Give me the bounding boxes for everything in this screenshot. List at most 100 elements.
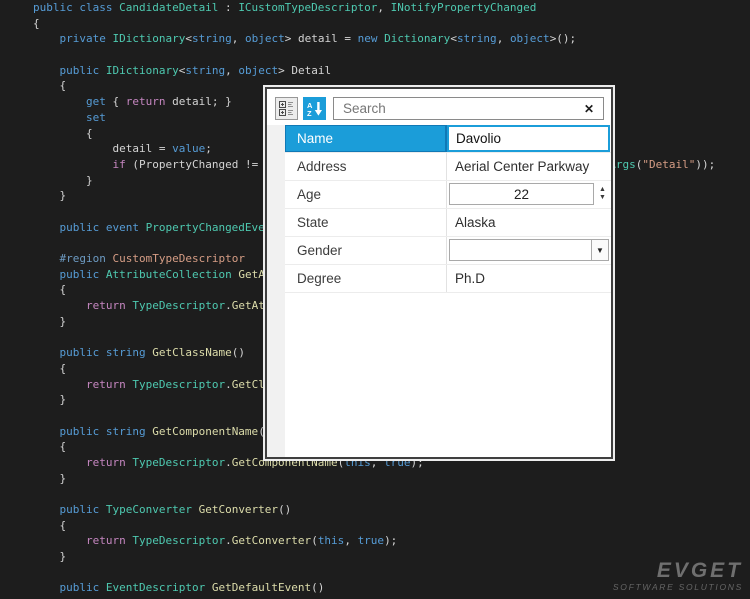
property-row-gender[interactable]: Gender ▼ bbox=[285, 237, 611, 265]
code-token: AttributeCollection bbox=[106, 268, 232, 281]
code-token bbox=[33, 534, 86, 547]
clear-search-icon[interactable]: ✕ bbox=[575, 102, 603, 116]
code-token: this bbox=[318, 534, 345, 547]
property-row-name[interactable]: NameDavolio bbox=[285, 125, 611, 153]
code-token: public bbox=[60, 581, 106, 594]
sort-az-icon: A Z bbox=[307, 101, 322, 116]
code-token bbox=[33, 64, 60, 77]
property-value[interactable]: Davolio bbox=[447, 125, 611, 152]
search-input[interactable] bbox=[334, 99, 575, 118]
code-token: INotifyPropertyChanged bbox=[391, 1, 537, 14]
code-token: string bbox=[457, 32, 497, 45]
property-grid-content: A Z ✕ NameDavolioAddressAerial Center Pa… bbox=[267, 89, 611, 457]
property-label[interactable]: Degree bbox=[285, 265, 447, 292]
code-token: detail = bbox=[33, 142, 172, 155]
code-line: private IDictionary<string, object> deta… bbox=[33, 31, 715, 47]
property-value[interactable]: Ph.D bbox=[447, 265, 611, 292]
code-token: GetDefaultEvent bbox=[212, 581, 311, 594]
spin-down-icon[interactable]: ▼ bbox=[596, 194, 609, 202]
evget-tagline-text: SOFTWARE SOLUTIONS bbox=[613, 582, 743, 592]
code-token bbox=[33, 95, 86, 108]
code-token: #region bbox=[60, 252, 106, 265]
value-text: Alaska bbox=[447, 215, 496, 230]
property-value[interactable]: 22▲▼ bbox=[447, 181, 611, 208]
code-token bbox=[33, 503, 60, 516]
code-token: public event bbox=[60, 221, 146, 234]
property-row-state[interactable]: StateAlaska bbox=[285, 209, 611, 237]
code-token: } bbox=[33, 393, 66, 406]
code-token: detail; } bbox=[165, 95, 231, 108]
code-line: return TypeDescriptor.GetConverter(this,… bbox=[33, 533, 715, 549]
code-token: IDictionary bbox=[106, 64, 179, 77]
code-token bbox=[33, 268, 60, 281]
code-token: { bbox=[33, 283, 66, 296]
code-token: CustomTypeDescriptor bbox=[112, 252, 244, 265]
code-token: EventDescriptor bbox=[106, 581, 205, 594]
code-token: "Detail" bbox=[642, 158, 695, 171]
code-token: public string bbox=[60, 346, 153, 359]
categorize-button[interactable] bbox=[275, 97, 298, 120]
code-token: . bbox=[225, 534, 232, 547]
code-token: public bbox=[60, 268, 106, 281]
property-row-age[interactable]: Age22▲▼ bbox=[285, 181, 611, 209]
code-token: { bbox=[33, 519, 66, 532]
code-token: < bbox=[185, 32, 192, 45]
sort-alphabetical-button[interactable]: A Z bbox=[303, 97, 326, 120]
code-token: if bbox=[112, 158, 125, 171]
code-token bbox=[192, 503, 199, 516]
svg-text:Z: Z bbox=[307, 109, 312, 116]
code-token: TypeDescriptor bbox=[132, 534, 225, 547]
code-token: ICustomTypeDescriptor bbox=[238, 1, 377, 14]
property-grid-toolbar: A Z ✕ bbox=[267, 89, 611, 125]
code-token: ; bbox=[205, 142, 212, 155]
screenshot-root: public class CandidateDetail : ICustomTy… bbox=[0, 0, 750, 599]
value-textbox[interactable]: Davolio bbox=[447, 125, 610, 152]
code-token: public string bbox=[60, 425, 153, 438]
property-row-degree[interactable]: DegreePh.D bbox=[285, 265, 611, 293]
code-line bbox=[33, 486, 715, 502]
code-token: TypeConverter bbox=[106, 503, 192, 516]
code-token bbox=[33, 221, 60, 234]
chevron-down-icon[interactable]: ▼ bbox=[591, 240, 608, 260]
code-token bbox=[33, 32, 60, 45]
property-value[interactable]: Alaska bbox=[447, 209, 611, 236]
evget-brand-text: EVGET bbox=[613, 561, 743, 581]
code-token bbox=[33, 299, 86, 312]
search-box: ✕ bbox=[333, 97, 604, 120]
code-token: , bbox=[225, 64, 238, 77]
property-label[interactable]: Age bbox=[285, 181, 447, 208]
code-token bbox=[33, 346, 60, 359]
code-token: GetClassName bbox=[152, 346, 231, 359]
property-row-address[interactable]: AddressAerial Center Parkway bbox=[285, 153, 611, 181]
code-token: public bbox=[60, 64, 106, 77]
code-token bbox=[33, 456, 86, 469]
value-text: Aerial Center Parkway bbox=[447, 159, 589, 174]
code-token: < bbox=[450, 32, 457, 45]
property-label[interactable]: Address bbox=[285, 153, 447, 180]
gender-combobox[interactable]: ▼ bbox=[449, 239, 609, 261]
code-token: new bbox=[358, 32, 385, 45]
property-value[interactable]: ▼ bbox=[447, 237, 611, 264]
code-line: public IDictionary<string, object> Detai… bbox=[33, 63, 715, 79]
code-token bbox=[33, 581, 60, 594]
code-token: set bbox=[86, 111, 106, 124]
code-token: > Detail bbox=[278, 64, 331, 77]
code-token: } bbox=[33, 315, 66, 328]
code-token: { bbox=[33, 79, 66, 92]
code-token: public class bbox=[33, 1, 119, 14]
code-token: object bbox=[510, 32, 550, 45]
numeric-input[interactable]: 22 bbox=[449, 183, 594, 205]
code-line: { bbox=[33, 16, 715, 32]
code-token: { bbox=[33, 362, 66, 375]
code-token: { bbox=[106, 95, 126, 108]
property-label[interactable]: State bbox=[285, 209, 447, 236]
property-label[interactable]: Name bbox=[285, 125, 447, 152]
spin-up-icon[interactable]: ▲ bbox=[596, 186, 609, 194]
code-token: , bbox=[232, 32, 245, 45]
property-value[interactable]: Aerial Center Parkway bbox=[447, 153, 611, 180]
code-token: () bbox=[232, 346, 245, 359]
property-label[interactable]: Gender bbox=[285, 237, 447, 264]
code-token: object bbox=[238, 64, 278, 77]
code-token: return bbox=[86, 378, 126, 391]
code-token: ( bbox=[311, 534, 318, 547]
